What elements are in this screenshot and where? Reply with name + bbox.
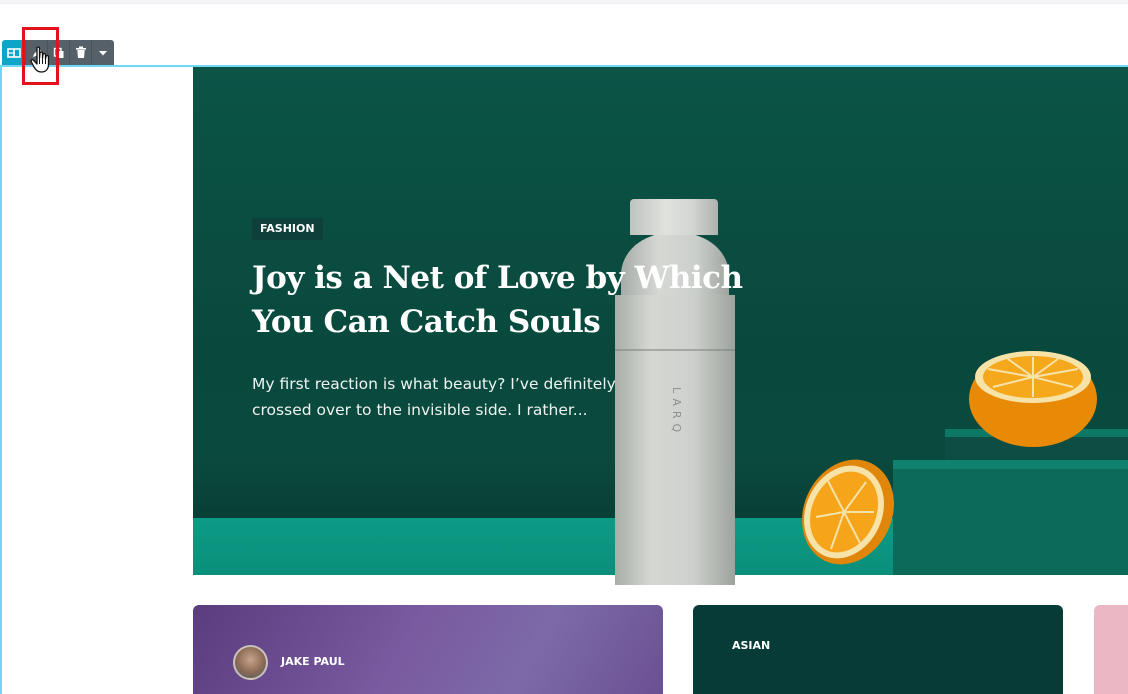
post-card[interactable] (1094, 605, 1128, 694)
delete-button[interactable] (70, 40, 92, 65)
orange-slice-image (802, 459, 894, 565)
orange-half-image (969, 351, 1097, 447)
step-lower (893, 469, 1128, 575)
section-toolbar (2, 40, 114, 65)
hand-cursor-icon (30, 46, 50, 73)
avatar[interactable] (233, 645, 268, 680)
columns-icon (6, 47, 21, 58)
top-bar (0, 0, 1128, 4)
section-handle-button[interactable] (2, 40, 26, 65)
category-badge[interactable]: FASHION (252, 218, 323, 240)
trash-icon (75, 46, 86, 58)
post-excerpt: My first reaction is what beauty? I’ve d… (252, 375, 616, 419)
bottle-cap (630, 199, 718, 235)
category-label[interactable]: ASIAN (732, 639, 770, 652)
post-card[interactable]: JAKE PAUL (193, 605, 663, 694)
bottle-brand: LARQ (670, 387, 683, 438)
more-options-button[interactable] (92, 40, 114, 65)
page: LARQ FASHION Joy is a Net of Love by Whi… (0, 0, 1128, 694)
post-title[interactable]: Joy is a Net of Love by Which You Can Ca… (252, 256, 752, 344)
post-card[interactable]: ASIAN (693, 605, 1063, 694)
copy-icon (53, 47, 63, 58)
bottle-band (615, 349, 735, 351)
caret-down-icon (99, 50, 107, 55)
author-name[interactable]: JAKE PAUL (281, 655, 345, 668)
